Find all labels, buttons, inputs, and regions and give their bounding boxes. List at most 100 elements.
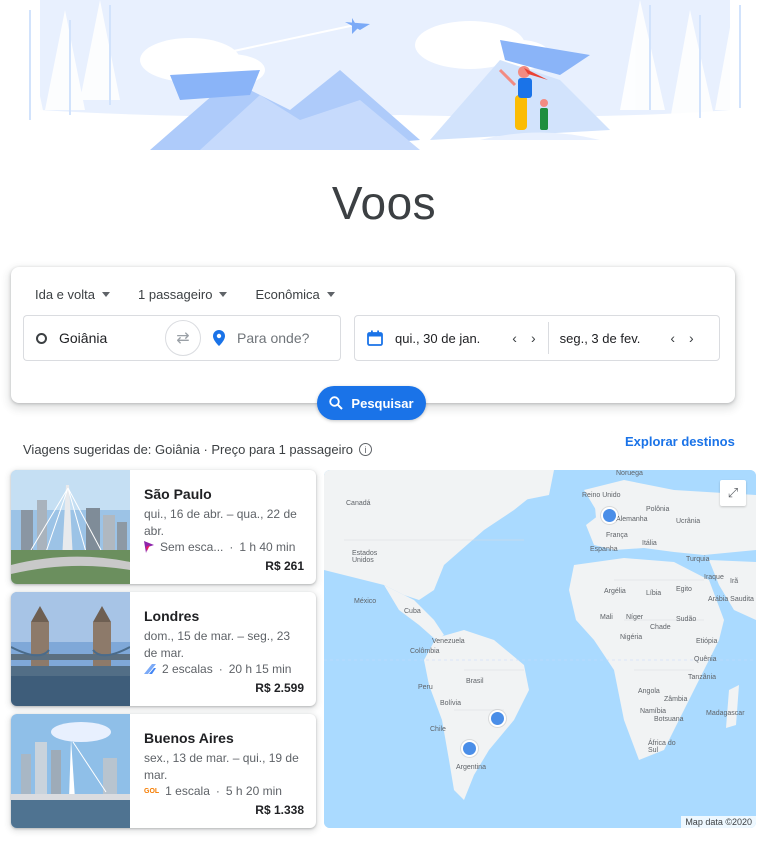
map-label: Angola xyxy=(638,688,660,695)
map-label: Peru xyxy=(418,684,433,691)
map-label: Chade xyxy=(650,624,671,631)
map-label: Reino Unido xyxy=(582,492,621,499)
map-label: Argélia xyxy=(604,588,626,595)
map-label: Chile xyxy=(430,726,446,733)
return-date-value[interactable]: seg., 3 de fev. xyxy=(560,331,641,346)
airline-logo-icon: GOL xyxy=(144,787,160,795)
map-label: Níger xyxy=(626,614,644,621)
flight-search-card: Ida e volta 1 passageiro Econômica Goiân… xyxy=(11,267,735,403)
page-title: Voos xyxy=(331,177,437,229)
depart-date-value[interactable]: qui., 30 de jan. xyxy=(395,331,480,346)
date-range-field[interactable]: qui., 30 de jan. ‹ › seg., 3 de fev. ‹ › xyxy=(354,315,720,361)
info-icon[interactable]: i xyxy=(359,443,373,456)
trip-duration: 1 h 40 min xyxy=(239,540,296,554)
map-label: Zâmbia xyxy=(664,696,688,703)
calendar-icon xyxy=(367,330,383,346)
map-label: Estados Unidos xyxy=(352,550,378,564)
trip-duration: 20 h 15 min xyxy=(228,662,292,676)
chevron-down-icon xyxy=(219,292,228,297)
trip-stops: Sem esca... xyxy=(160,540,224,554)
destination-marker-sao-paulo[interactable] xyxy=(489,710,506,727)
search-button[interactable]: Pesquisar xyxy=(317,386,426,420)
airline-logo-icon xyxy=(144,664,156,674)
search-button-label: Pesquisar xyxy=(351,395,414,411)
map-label: Egito xyxy=(676,586,692,593)
suggestions-heading: Viagens sugeridas de: Goiânia · Preço pa… xyxy=(23,442,373,457)
chevron-down-icon xyxy=(326,292,335,297)
trip-stops: 2 escalas xyxy=(162,662,213,676)
separator-dot: · xyxy=(215,784,220,798)
trip-price: R$ 2.599 xyxy=(255,681,304,695)
destination-field[interactable]: Para onde? xyxy=(185,315,341,361)
airline-logo-icon xyxy=(144,541,154,553)
destinations-map[interactable]: Noruega Reino Unido Polônia Alemanha Ucr… xyxy=(324,470,756,828)
trip-dates: qui., 16 de abr. – qua., 22 de abr. xyxy=(144,507,297,538)
trip-card-sao-paulo[interactable]: São Paulo qui., 16 de abr. – qua., 22 de… xyxy=(11,470,316,584)
search-options: Ida e volta 1 passageiro Econômica xyxy=(35,287,363,302)
map-label: Madagascar xyxy=(706,710,745,717)
swap-button[interactable]: ⇄ xyxy=(165,320,201,356)
trip-meta: 2 escalas · 20 h 15 min xyxy=(144,662,291,676)
map-label: Cuba xyxy=(404,608,421,615)
map-label: México xyxy=(354,598,377,605)
destination-marker-londres[interactable] xyxy=(601,507,618,524)
trip-card-buenos-aires[interactable]: Buenos Aires sex., 13 de mar. – qui., 19… xyxy=(11,714,316,828)
trip-type-dropdown[interactable]: Ida e volta xyxy=(35,287,110,302)
origin-circle-icon xyxy=(36,332,47,344)
map-label: Arábia Saudita xyxy=(708,596,754,603)
map-label: Namíbia xyxy=(640,708,667,715)
map-label: Nigéria xyxy=(620,634,643,641)
map-label: França xyxy=(606,532,628,539)
swap-arrows-icon: ⇄ xyxy=(176,330,190,347)
map-credit: Map data ©2020 xyxy=(681,816,756,828)
search-icon xyxy=(329,396,344,410)
trip-type-label: Ida e volta xyxy=(35,287,95,302)
map-label: Sudão xyxy=(676,616,697,623)
map-label: Colômbia xyxy=(410,648,440,655)
map-label: Brasil xyxy=(466,678,484,685)
destination-marker-buenos-aires[interactable] xyxy=(461,740,478,757)
map-label: Venezuela xyxy=(432,638,465,645)
destination-placeholder: Para onde? xyxy=(237,330,310,346)
map-label: Mali xyxy=(600,614,613,621)
trip-card-londres[interactable]: Londres dom., 15 de mar. – seg., 23 de m… xyxy=(11,592,316,706)
trip-price: R$ 1.338 xyxy=(255,803,304,817)
depart-date-steppers: ‹ › xyxy=(512,330,535,346)
expand-map-button[interactable]: ⤢ xyxy=(720,480,746,506)
chevron-left-icon[interactable]: ‹ xyxy=(670,330,675,346)
date-divider xyxy=(547,322,549,354)
map-label: Etiópia xyxy=(696,638,718,645)
chevron-right-icon[interactable]: › xyxy=(689,330,694,346)
passengers-dropdown[interactable]: 1 passageiro xyxy=(138,287,228,302)
trip-dates: sex., 13 de mar. – qui., 19 de mar. xyxy=(144,751,299,782)
trip-duration: 5 h 20 min xyxy=(225,784,282,798)
chevron-left-icon[interactable]: ‹ xyxy=(512,330,517,346)
trip-price: R$ 261 xyxy=(265,559,304,573)
trip-city: São Paulo xyxy=(144,486,212,502)
passengers-label: 1 passageiro xyxy=(138,287,213,302)
map-label: Irã xyxy=(730,578,739,585)
trip-meta: GOL 1 escala · 5 h 20 min xyxy=(144,784,282,798)
fullscreen-icon: ⤢ xyxy=(727,485,739,500)
origin-value: Goiânia xyxy=(59,330,108,346)
city-photo-londres xyxy=(11,592,130,706)
map-label: Alemanha xyxy=(616,516,648,523)
cabin-class-dropdown[interactable]: Econômica xyxy=(255,287,335,302)
separator-dot: · xyxy=(229,540,234,554)
chevron-right-icon[interactable]: › xyxy=(531,330,536,346)
map-label: Iraque xyxy=(704,574,724,581)
explore-destinations-link[interactable]: Explorar destinos xyxy=(625,434,735,449)
map-label: Tanzânia xyxy=(688,674,717,681)
map-label: Noruega xyxy=(616,470,643,477)
city-photo-buenos-aires xyxy=(11,714,130,828)
map-label: África do Sul xyxy=(648,740,676,754)
chevron-down-icon xyxy=(102,292,110,297)
hero-illustration xyxy=(0,0,768,160)
map-label: Líbia xyxy=(646,590,662,597)
trip-city: Londres xyxy=(144,608,200,624)
map-label: Turquia xyxy=(686,556,710,563)
map-label: Quênia xyxy=(694,656,717,663)
origin-field[interactable]: Goiânia xyxy=(23,315,187,361)
trip-stops: 1 escala xyxy=(165,784,210,798)
trip-city: Buenos Aires xyxy=(144,730,234,746)
